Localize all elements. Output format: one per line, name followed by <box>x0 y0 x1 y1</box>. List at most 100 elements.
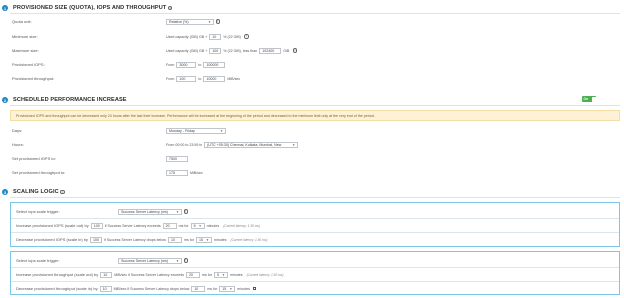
section-divider <box>10 197 620 198</box>
chevron-down-icon: ▼ <box>176 258 179 263</box>
info-icon[interactable]: i <box>60 189 65 195</box>
chevron-down-icon: ▼ <box>220 128 223 133</box>
panel2-decrease-threshold[interactable]: 10 <box>191 285 206 292</box>
scaling-panel-throughput: Select iops scale trigger: Success Serve… <box>10 251 620 295</box>
max-size-input[interactable]: 100 <box>209 47 222 54</box>
info-icon[interactable]: i <box>215 19 220 24</box>
throughput-to-label: to <box>198 76 202 81</box>
section-divider <box>10 105 620 106</box>
panel1-trigger-select[interactable]: Success Server Latency (ms) ▼ <box>118 208 182 215</box>
set-iops-label: Set provisioned IOPS to: <box>12 156 56 161</box>
panel1-increase-label: Increase provisioned IOPS (scale out) by <box>16 223 89 228</box>
panel2-decrease-input[interactable]: 10 <box>99 285 112 292</box>
info-icon[interactable]: i <box>292 48 298 53</box>
panel-separator <box>11 232 619 233</box>
step-badge-3: 3 <box>2 189 8 195</box>
hours-row: From 00:00 to 23:59 in (UTC +05:30) Chen… <box>166 141 299 148</box>
set-iops-input[interactable]: 7500 <box>166 155 188 162</box>
panel1-decrease-input[interactable]: 100 <box>90 236 103 243</box>
chevron-down-icon: ▼ <box>292 142 296 147</box>
min-size-label: Minimum size: <box>12 34 38 39</box>
panel2-decrease-minutes[interactable]: 15 ▼ <box>219 285 236 292</box>
iops-to-input[interactable]: 100000 <box>203 61 226 68</box>
panel1-decrease-minutes[interactable]: 15 ▼ <box>195 236 212 243</box>
panel1-decrease-threshold[interactable]: 10 <box>167 236 182 243</box>
chevron-down-icon: ▼ <box>229 286 233 291</box>
quota-unit-select[interactable]: Relative (%) ▼ <box>166 18 214 25</box>
panel1-increase-for: ms for <box>178 223 189 228</box>
toggle-knob <box>591 96 596 102</box>
panel2-increase-minutes[interactable]: 5 ▼ <box>213 271 228 278</box>
min-size-row: Used capacity (GiB) GB + 10 % (22 GiB) i <box>166 33 249 40</box>
panel2-increase-input[interactable]: 10 <box>100 271 113 278</box>
step-badge-2: 2 <box>2 97 8 103</box>
panel2-decrease-label: Decrease provisioned throughput (scale i… <box>16 286 98 291</box>
quota-unit-label: Quota unit: <box>12 19 32 24</box>
panel1-increase-threshold[interactable]: 20 <box>162 222 177 229</box>
iops-label: Provisioned IOPS: <box>12 62 45 67</box>
panel2-increase-row: Increase provisioned throughput (scale o… <box>16 271 283 278</box>
section-title-provisioned: PROVISIONED SIZE (QUOTA), IOPS AND THROU… <box>13 5 167 11</box>
panel1-increase-minutes[interactable]: 5 ▼ <box>190 222 205 229</box>
scaling-panel-iops: Select iops scale trigger: Success Serve… <box>10 202 620 247</box>
iops-row: From 3000 to 100000 <box>166 61 226 68</box>
min-size-prefix: Used capacity (GiB) GB + <box>166 34 208 39</box>
max-size-row: Used capacity (GiB) GB + 100 % (22 GiB),… <box>166 47 298 54</box>
min-size-suffix: % (22 GiB) <box>223 34 241 39</box>
panel1-decrease-for: ms for <box>183 237 194 242</box>
iops-from-input[interactable]: 3000 <box>176 61 197 68</box>
panel1-decrease-note: (Current latency: 1.50 ms) <box>230 237 268 242</box>
set-throughput-label: Set provisioned throughput to: <box>12 170 66 175</box>
info-icon[interactable]: i <box>183 209 188 214</box>
panel1-increase-mid: if Success Server Latency exceeds <box>104 223 161 228</box>
panel2-increase-mid: MiB/sec if Success Server Latency exceed… <box>114 272 184 277</box>
panel-separator <box>11 267 619 268</box>
panel2-increase-threshold[interactable]: 20 <box>186 271 200 278</box>
info-icon[interactable]: i <box>183 258 188 263</box>
days-row: Monday - Friday ▼ <box>166 127 226 134</box>
panel1-trigger-row: Select iops scale trigger: Success Serve… <box>16 208 188 215</box>
days-label: Days: <box>12 128 23 133</box>
panel-separator <box>11 218 619 219</box>
panel1-increase-row: Increase provisioned IOPS (scale out) by… <box>16 222 260 229</box>
timezone-select[interactable]: (UTC +05:30) Chennai, Kolkata, Mumbai, N… <box>204 141 299 148</box>
max-size-suffix: % (22 GiB), less than <box>223 48 258 53</box>
throughput-to-input[interactable]: 10000 <box>203 75 226 82</box>
section-scheduled-header: 2 SCHEDULED PERFORMANCE INCREASE <box>2 96 127 104</box>
panel2-trigger-label: Select iops scale trigger: <box>16 258 60 263</box>
checkbox-icon[interactable] <box>252 286 257 291</box>
chevron-down-icon: ▼ <box>208 19 211 24</box>
panel1-decrease-mid: if Success Server Latency drops below <box>104 237 166 242</box>
days-select[interactable]: Monday - Friday ▼ <box>166 127 226 134</box>
chevron-down-icon: ▼ <box>198 223 202 228</box>
toggle-label: On <box>583 97 588 101</box>
step-badge-1: 1 <box>2 5 8 11</box>
section-title-scaling: SCALING LOGIC <box>13 189 59 195</box>
info-icon[interactable]: i <box>167 5 173 11</box>
max-size-prefix: Used capacity (GiB) GB + <box>166 48 208 53</box>
chevron-down-icon: ▼ <box>205 237 209 242</box>
set-throughput-row: 175 MiB/sec <box>166 169 205 176</box>
panel1-decrease-label: Decrease provisioned IOPS (scale in) by <box>16 237 89 242</box>
throughput-unit: MiB/sec <box>227 76 241 81</box>
notice-text: Provisioned IOPS and throughput can be d… <box>16 113 375 118</box>
chevron-down-icon: ▼ <box>176 209 179 214</box>
info-icon[interactable]: i <box>244 34 249 39</box>
panel1-increase-note: (Current latency: 1.50 ms) <box>223 223 261 228</box>
section-provisioned-header: 1 PROVISIONED SIZE (QUOTA), IOPS AND THR… <box>2 4 173 12</box>
iops-to-label: to <box>198 62 202 67</box>
scheduled-toggle[interactable]: On <box>582 96 596 102</box>
throughput-from-label: From <box>166 76 175 81</box>
panel2-decrease-for: ms for <box>207 286 218 291</box>
throughput-from-input[interactable]: 100 <box>176 75 197 82</box>
set-iops-row: 7500 <box>166 155 188 162</box>
max-size-limit-input[interactable]: 102400 <box>259 47 282 54</box>
panel1-increase-input[interactable]: 100 <box>90 222 103 229</box>
section-scaling-header: 3 SCALING LOGIC i <box>2 188 65 196</box>
panel2-increase-unit: minutes <box>229 272 243 277</box>
set-throughput-input[interactable]: 175 <box>166 169 188 176</box>
panel2-increase-label: Increase provisioned throughput (scale o… <box>16 272 99 277</box>
min-size-input[interactable]: 10 <box>209 33 222 40</box>
panel2-trigger-select[interactable]: Success Server Latency (ms) ▼ <box>118 257 182 264</box>
hours-prefix: From 00:00 to 23:59 in <box>166 142 203 147</box>
